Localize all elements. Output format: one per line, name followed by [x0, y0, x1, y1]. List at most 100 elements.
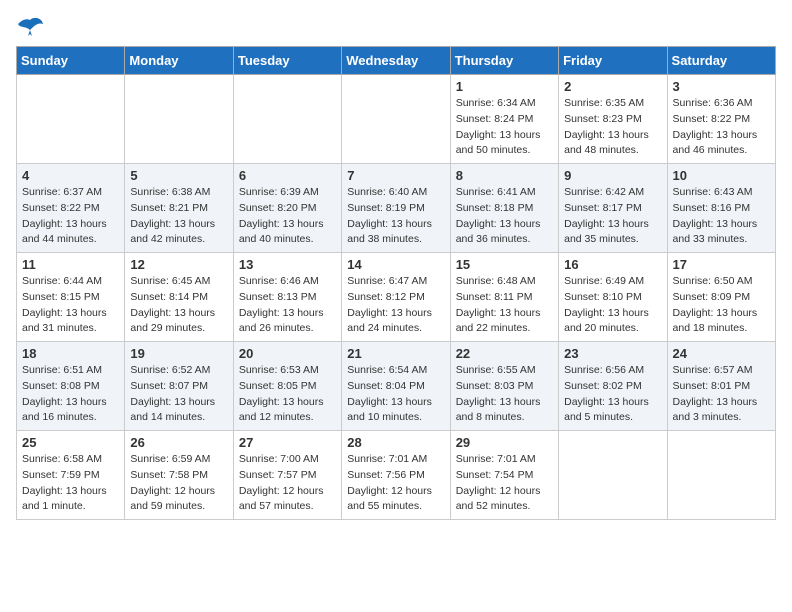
day-info: Sunrise: 6:48 AMSunset: 8:11 PMDaylight:… [456, 274, 553, 337]
day-header-thursday: Thursday [450, 47, 558, 75]
day-info: Sunrise: 6:47 AMSunset: 8:12 PMDaylight:… [347, 274, 444, 337]
calendar-cell: 6 Sunrise: 6:39 AMSunset: 8:20 PMDaylight… [233, 164, 341, 253]
day-number: 11 [22, 257, 119, 272]
calendar-cell: 9 Sunrise: 6:42 AMSunset: 8:17 PMDaylight… [559, 164, 667, 253]
day-number: 6 [239, 168, 336, 183]
calendar-cell: 29 Sunrise: 7:01 AMSunset: 7:54 PMDayligh… [450, 431, 558, 520]
day-info: Sunrise: 7:00 AMSunset: 7:57 PMDaylight:… [239, 452, 336, 515]
day-info: Sunrise: 6:44 AMSunset: 8:15 PMDaylight:… [22, 274, 119, 337]
day-number: 19 [130, 346, 227, 361]
day-number: 16 [564, 257, 661, 272]
day-header-friday: Friday [559, 47, 667, 75]
day-info: Sunrise: 6:42 AMSunset: 8:17 PMDaylight:… [564, 185, 661, 248]
day-info: Sunrise: 6:34 AMSunset: 8:24 PMDaylight:… [456, 96, 553, 159]
day-info: Sunrise: 6:58 AMSunset: 7:59 PMDaylight:… [22, 452, 119, 515]
calendar-cell: 20 Sunrise: 6:53 AMSunset: 8:05 PMDayligh… [233, 342, 341, 431]
logo-icon [16, 16, 44, 38]
calendar-cell: 28 Sunrise: 7:01 AMSunset: 7:56 PMDayligh… [342, 431, 450, 520]
calendar-cell: 23 Sunrise: 6:56 AMSunset: 8:02 PMDayligh… [559, 342, 667, 431]
calendar-cell: 22 Sunrise: 6:55 AMSunset: 8:03 PMDayligh… [450, 342, 558, 431]
day-header-sunday: Sunday [17, 47, 125, 75]
calendar-cell: 3Sunrise: 6:36 AMSunset: 8:22 PMDaylight… [667, 75, 775, 164]
calendar-cell: 1 Sunrise: 6:34 AMSunset: 8:24 PMDaylight… [450, 75, 558, 164]
day-number: 9 [564, 168, 661, 183]
day-number: 22 [456, 346, 553, 361]
calendar-cell: 15 Sunrise: 6:48 AMSunset: 8:11 PMDayligh… [450, 253, 558, 342]
calendar-cell: 24 Sunrise: 6:57 AMSunset: 8:01 PMDayligh… [667, 342, 775, 431]
calendar-cell: 17 Sunrise: 6:50 AMSunset: 8:09 PMDayligh… [667, 253, 775, 342]
calendar-cell [17, 75, 125, 164]
day-info: Sunrise: 6:49 AMSunset: 8:10 PMDaylight:… [564, 274, 661, 337]
day-info: Sunrise: 6:46 AMSunset: 8:13 PMDaylight:… [239, 274, 336, 337]
day-info: Sunrise: 7:01 AMSunset: 7:56 PMDaylight:… [347, 452, 444, 515]
day-info: Sunrise: 6:39 AMSunset: 8:20 PMDaylight:… [239, 185, 336, 248]
calendar-week-row: 25 Sunrise: 6:58 AMSunset: 7:59 PMDayligh… [17, 431, 776, 520]
day-number: 18 [22, 346, 119, 361]
day-number: 17 [673, 257, 770, 272]
day-info: Sunrise: 6:38 AMSunset: 8:21 PMDaylight:… [130, 185, 227, 248]
calendar-cell: 2 Sunrise: 6:35 AMSunset: 8:23 PMDaylight… [559, 75, 667, 164]
day-number: 14 [347, 257, 444, 272]
day-number: 3 [673, 79, 770, 94]
day-info: Sunrise: 6:45 AMSunset: 8:14 PMDaylight:… [130, 274, 227, 337]
calendar-cell: 5 Sunrise: 6:38 AMSunset: 8:21 PMDaylight… [125, 164, 233, 253]
day-info: Sunrise: 6:53 AMSunset: 8:05 PMDaylight:… [239, 363, 336, 426]
day-number: 25 [22, 435, 119, 450]
day-number: 13 [239, 257, 336, 272]
day-info: Sunrise: 6:54 AMSunset: 8:04 PMDaylight:… [347, 363, 444, 426]
day-number: 29 [456, 435, 553, 450]
calendar-cell: 12 Sunrise: 6:45 AMSunset: 8:14 PMDayligh… [125, 253, 233, 342]
day-number: 8 [456, 168, 553, 183]
day-info: Sunrise: 6:35 AMSunset: 8:23 PMDaylight:… [564, 96, 661, 159]
day-number: 1 [456, 79, 553, 94]
day-number: 5 [130, 168, 227, 183]
day-info: Sunrise: 6:52 AMSunset: 8:07 PMDaylight:… [130, 363, 227, 426]
calendar-cell: 4Sunrise: 6:37 AMSunset: 8:22 PMDaylight… [17, 164, 125, 253]
day-info: Sunrise: 6:50 AMSunset: 8:09 PMDaylight:… [673, 274, 770, 337]
calendar-cell: 25 Sunrise: 6:58 AMSunset: 7:59 PMDayligh… [17, 431, 125, 520]
calendar-cell: 10 Sunrise: 6:43 AMSunset: 8:16 PMDayligh… [667, 164, 775, 253]
day-number: 24 [673, 346, 770, 361]
day-number: 10 [673, 168, 770, 183]
day-number: 4 [22, 168, 119, 183]
day-number: 20 [239, 346, 336, 361]
day-info: Sunrise: 6:40 AMSunset: 8:19 PMDaylight:… [347, 185, 444, 248]
calendar-cell: 7 Sunrise: 6:40 AMSunset: 8:19 PMDaylight… [342, 164, 450, 253]
day-number: 2 [564, 79, 661, 94]
day-info: Sunrise: 7:01 AMSunset: 7:54 PMDaylight:… [456, 452, 553, 515]
calendar-cell: 16 Sunrise: 6:49 AMSunset: 8:10 PMDayligh… [559, 253, 667, 342]
day-info: Sunrise: 6:43 AMSunset: 8:16 PMDaylight:… [673, 185, 770, 248]
header [16, 16, 776, 38]
calendar-table: SundayMondayTuesdayWednesdayThursdayFrid… [16, 46, 776, 520]
day-header-saturday: Saturday [667, 47, 775, 75]
calendar-cell: 21 Sunrise: 6:54 AMSunset: 8:04 PMDayligh… [342, 342, 450, 431]
day-number: 12 [130, 257, 227, 272]
day-number: 7 [347, 168, 444, 183]
calendar-cell: 18Sunrise: 6:51 AMSunset: 8:08 PMDayligh… [17, 342, 125, 431]
calendar-cell [559, 431, 667, 520]
calendar-header-row: SundayMondayTuesdayWednesdayThursdayFrid… [17, 47, 776, 75]
day-info: Sunrise: 6:41 AMSunset: 8:18 PMDaylight:… [456, 185, 553, 248]
day-number: 23 [564, 346, 661, 361]
day-number: 26 [130, 435, 227, 450]
day-info: Sunrise: 6:57 AMSunset: 8:01 PMDaylight:… [673, 363, 770, 426]
day-header-monday: Monday [125, 47, 233, 75]
calendar-cell: 19 Sunrise: 6:52 AMSunset: 8:07 PMDayligh… [125, 342, 233, 431]
day-header-wednesday: Wednesday [342, 47, 450, 75]
calendar-week-row: 4Sunrise: 6:37 AMSunset: 8:22 PMDaylight… [17, 164, 776, 253]
calendar-cell: 26 Sunrise: 6:59 AMSunset: 7:58 PMDayligh… [125, 431, 233, 520]
calendar-cell [667, 431, 775, 520]
calendar-cell [125, 75, 233, 164]
day-info: Sunrise: 6:56 AMSunset: 8:02 PMDaylight:… [564, 363, 661, 426]
day-info: Sunrise: 6:59 AMSunset: 7:58 PMDaylight:… [130, 452, 227, 515]
day-info: Sunrise: 6:55 AMSunset: 8:03 PMDaylight:… [456, 363, 553, 426]
day-number: 28 [347, 435, 444, 450]
calendar-cell [342, 75, 450, 164]
day-header-tuesday: Tuesday [233, 47, 341, 75]
calendar-cell: 14 Sunrise: 6:47 AMSunset: 8:12 PMDayligh… [342, 253, 450, 342]
calendar-cell [233, 75, 341, 164]
day-number: 15 [456, 257, 553, 272]
calendar-week-row: 1 Sunrise: 6:34 AMSunset: 8:24 PMDaylight… [17, 75, 776, 164]
day-number: 21 [347, 346, 444, 361]
calendar-cell: 8 Sunrise: 6:41 AMSunset: 8:18 PMDaylight… [450, 164, 558, 253]
